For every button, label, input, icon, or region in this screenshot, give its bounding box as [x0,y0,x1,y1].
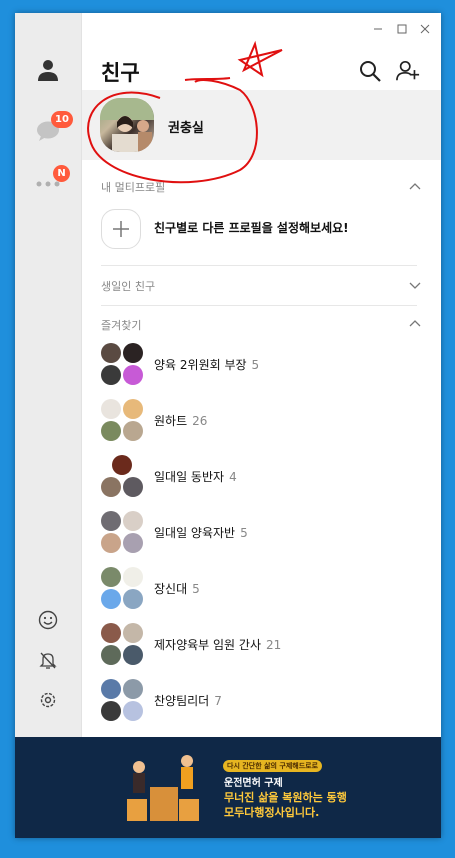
multi-profile-prompt[interactable]: 친구별로 다른 프로필을 설정해보세요! [154,219,349,236]
ad-headline: 운전면허 구제 [224,778,283,789]
list-item[interactable]: 제자양육부 임원 간사 21 [101,623,431,667]
plus-icon [113,221,129,237]
friends-panel: 친구 권충실 내 멀티프로필 친구별로 다른 프로필을 설정해보세요! 생일인 … [82,13,441,737]
ad-tag: 다시 간단한 삶의 구제해드로로 [223,760,323,772]
list-item-label: 일대일 동반자 4 [154,470,237,484]
my-avatar [100,98,154,152]
list-item[interactable]: 양육 2위원회 부장 5 [101,343,431,387]
list-item-label: 일대일 양육자반 5 [154,526,248,540]
person-icon [38,60,58,81]
page-title: 친구 [101,61,140,85]
group-avatar [101,511,143,553]
list-item-label: 양육 2위원회 부장 5 [154,358,260,372]
group-avatar [101,455,143,497]
add-multi-profile-button[interactable] [101,209,141,249]
ad-banner[interactable]: 다시 간단한 삶의 구제해드로로 운전면허 구제 무너진 삶을 복원하는 동행 … [15,737,441,838]
ad-illustration [127,755,199,821]
chats-badge: 10 [51,111,73,128]
more-dots-icon [36,181,60,187]
emoticon-button[interactable] [33,605,63,635]
list-item-label: 제자양육부 임원 간사 21 [154,638,282,652]
list-item-label: 찬양팀리더 7 [154,694,222,708]
group-avatar [101,343,143,385]
kakaotalk-window: 10 N 친구 권충실 내 멀티프로필 친구별로 다른 프로필을 설정해보세요!… [15,13,441,838]
group-avatar [101,567,143,609]
notification-button[interactable] [33,645,63,675]
ad-brand: 모두다행정사입니다. [224,806,320,819]
list-item[interactable]: 일대일 동반자 4 [101,455,431,499]
gear-icon [40,692,56,708]
my-profile-row[interactable]: 권충실 [82,90,441,160]
settings-button[interactable] [33,685,63,715]
group-avatar [101,623,143,665]
smiley-icon [38,610,58,630]
sidebar: 10 N [15,13,82,737]
list-item-label: 장신대 5 [154,582,200,596]
birthday-label: 생일인 친구 [101,280,156,293]
list-item[interactable]: 찬양팀리더 7 [101,679,431,723]
list-item[interactable]: 원하트 26 [101,399,431,443]
add-friend-icon[interactable] [396,59,420,83]
divider [101,265,417,266]
list-item[interactable]: 장신대 5 [101,567,431,611]
friends-tab[interactable] [33,55,63,85]
more-badge: N [53,165,70,182]
chevron-up-icon[interactable] [409,318,421,330]
divider [101,305,417,306]
chevron-down-icon[interactable] [409,279,421,291]
group-avatar [101,679,143,721]
list-item[interactable]: 일대일 양육자반 5 [101,511,431,555]
bell-off-icon [39,652,57,669]
search-icon[interactable] [358,59,382,83]
group-avatar [101,399,143,441]
list-item-label: 원하트 26 [154,414,208,428]
chevron-up-icon[interactable] [409,181,421,193]
multi-profile-label: 내 멀티프로필 [101,181,166,194]
favorites-label: 즐겨찾기 [101,319,142,332]
ad-subline: 무너진 삶을 복원하는 동행 [224,791,347,804]
my-name: 권충실 [168,121,204,136]
